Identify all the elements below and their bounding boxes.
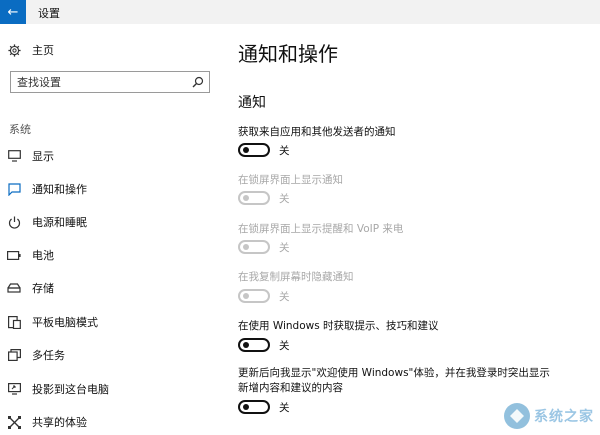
battery-icon (6, 247, 22, 263)
sidebar-item-label: 投影到这台电脑 (32, 383, 109, 396)
sidebar-item-label: 电池 (32, 249, 54, 262)
search-icon[interactable] (191, 75, 205, 89)
search-box[interactable] (10, 71, 210, 93)
setting-label: 在我复制屏幕时隐藏通知 (238, 271, 354, 283)
toggle-switch[interactable] (238, 143, 270, 157)
title-bar: ← 设置 (0, 0, 600, 24)
toggle-switch (238, 191, 270, 205)
section-heading: 通知 (238, 95, 266, 111)
setting-label: 更新后向我显示"欢迎使用 Windows"体验，并在我登录时突出显示新增内容和建… (238, 367, 550, 394)
storage-icon (6, 280, 22, 296)
toggle-state-label: 关 (279, 241, 290, 254)
toggle-state-label: 关 (279, 290, 290, 303)
sidebar-item-home[interactable]: 主页 (6, 42, 54, 58)
toggle-switch (238, 240, 270, 254)
sidebar-item-multitasking[interactable]: 多任务 (6, 347, 65, 363)
share-icon (6, 414, 22, 430)
toggle-knob (243, 293, 249, 299)
setting-label: 在使用 Windows 时获取提示、技巧和建议 (238, 320, 439, 332)
sidebar-item-shared-experiences[interactable]: 共享的体验 (6, 414, 87, 430)
sidebar-item-label: 平板电脑模式 (32, 316, 98, 329)
setting-label: 在锁屏界面上显示通知 (238, 174, 343, 186)
toggle-knob (243, 342, 249, 348)
toggle-state-label: 关 (279, 401, 290, 414)
setting-label: 获取来自应用和其他发送者的通知 (238, 126, 396, 138)
power-icon (6, 214, 22, 230)
tablet-icon (6, 314, 22, 330)
window-title: 设置 (38, 7, 60, 20)
toggle-knob (243, 404, 249, 410)
sidebar: 主页 系统 显示 通知和操作 电源和睡眠 电池 存储 (0, 24, 225, 435)
toggle-setting: 关 (238, 239, 290, 255)
sidebar-item-tablet-mode[interactable]: 平板电脑模式 (6, 314, 98, 330)
sidebar-item-label: 电源和睡眠 (32, 216, 87, 229)
sidebar-item-label: 通知和操作 (32, 183, 87, 196)
sidebar-item-notifications[interactable]: 通知和操作 (6, 181, 87, 197)
sidebar-item-label: 多任务 (32, 349, 65, 362)
gear-icon (6, 42, 22, 58)
toggle-state-label: 关 (279, 339, 290, 352)
sidebar-item-storage[interactable]: 存储 (6, 280, 54, 296)
toggle-setting: 关 (238, 288, 290, 304)
toggle-knob (243, 244, 249, 250)
toggle-setting[interactable]: 关 (238, 142, 290, 158)
watermark-logo-icon (504, 403, 530, 429)
toggle-switch[interactable] (238, 338, 270, 352)
search-input[interactable] (17, 75, 187, 89)
message-icon (6, 181, 22, 197)
multitask-icon (6, 347, 22, 363)
project-icon (6, 381, 22, 397)
sidebar-item-label: 共享的体验 (32, 416, 87, 429)
setting-label: 在锁屏界面上显示提醒和 VoIP 来电 (238, 223, 404, 235)
sidebar-item-label: 主页 (32, 44, 54, 57)
sidebar-item-label: 显示 (32, 150, 54, 163)
toggle-state-label: 关 (279, 192, 290, 205)
watermark-text: 系统之家 (534, 409, 594, 425)
back-button[interactable]: ← (0, 0, 26, 24)
toggle-setting[interactable]: 关 (238, 337, 290, 353)
toggle-knob (243, 147, 249, 153)
toggle-switch[interactable] (238, 400, 270, 414)
toggle-state-label: 关 (279, 144, 290, 157)
toggle-setting[interactable]: 关 (238, 399, 290, 415)
watermark: 系统之家 (496, 401, 594, 431)
toggle-switch (238, 289, 270, 303)
sidebar-item-display[interactable]: 显示 (6, 148, 54, 164)
sidebar-item-label: 存储 (32, 282, 54, 295)
page-title: 通知和操作 (238, 42, 338, 66)
section-label: 系统 (9, 123, 31, 136)
arrow-left-icon: ← (7, 4, 19, 20)
sidebar-item-project[interactable]: 投影到这台电脑 (6, 381, 109, 397)
monitor-icon (6, 148, 22, 164)
sidebar-item-power[interactable]: 电源和睡眠 (6, 214, 87, 230)
sidebar-item-battery[interactable]: 电池 (6, 247, 54, 263)
toggle-knob (243, 195, 249, 201)
toggle-setting: 关 (238, 190, 290, 206)
